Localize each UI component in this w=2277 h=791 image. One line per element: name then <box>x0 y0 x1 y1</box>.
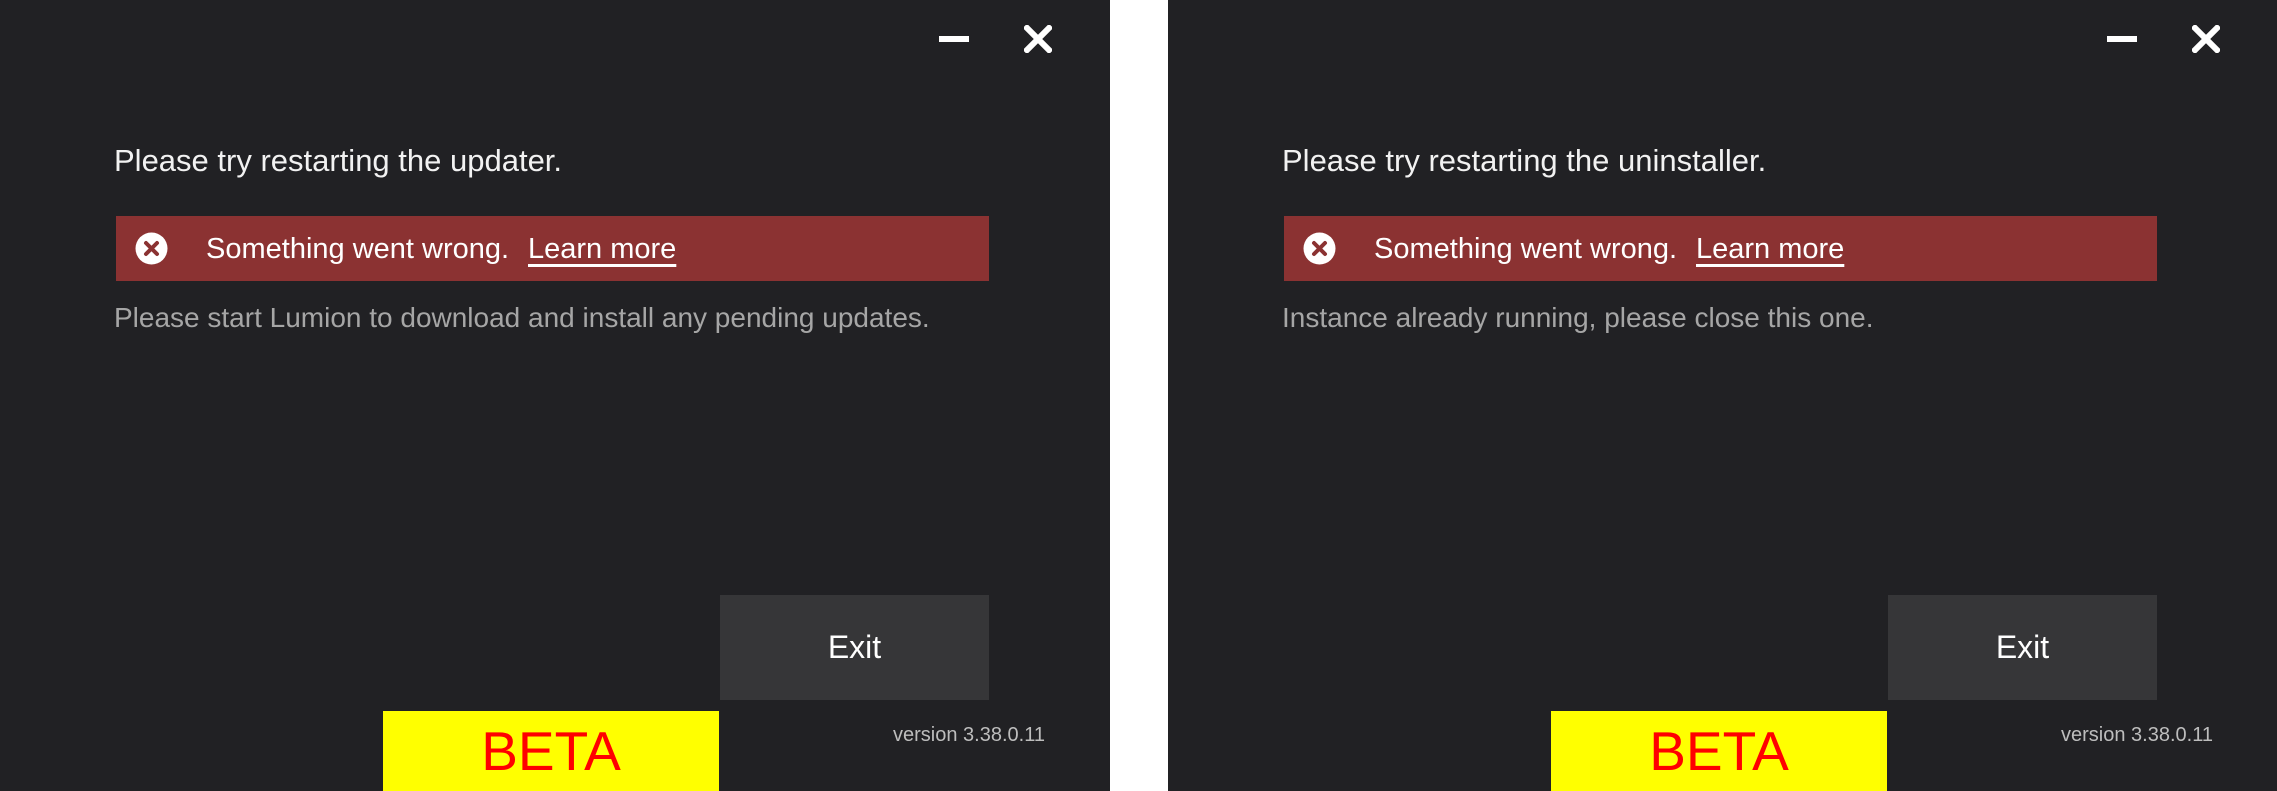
error-detail: Please start Lumion to download and inst… <box>114 302 930 333</box>
error-circle-x-icon <box>135 232 168 265</box>
beta-badge: BETA <box>383 711 719 791</box>
exit-button[interactable]: Exit <box>1888 595 2157 700</box>
error-detail: Instance already running, please close t… <box>1282 302 1874 333</box>
updater-error-window: Please try restarting the updater. Somet… <box>0 0 1110 791</box>
close-icon <box>2192 25 2220 53</box>
close-button[interactable] <box>2186 20 2226 58</box>
exit-button[interactable]: Exit <box>720 595 989 700</box>
minimize-button[interactable] <box>2102 20 2142 58</box>
screenshot-stage: Please try restarting the updater. Somet… <box>0 0 2277 791</box>
error-banner: Something went wrong. Learn more <box>116 216 989 281</box>
uninstaller-error-window: Please try restarting the uninstaller. S… <box>1168 0 2277 791</box>
minimize-icon <box>2107 36 2137 42</box>
minimize-button[interactable] <box>934 20 974 58</box>
error-banner: Something went wrong. Learn more <box>1284 216 2157 281</box>
learn-more-link[interactable]: Learn more <box>528 233 676 266</box>
version-label: version 3.38.0.11 <box>893 724 1045 746</box>
version-label: version 3.38.0.11 <box>2061 724 2213 746</box>
learn-more-link[interactable]: Learn more <box>1696 233 1844 266</box>
minimize-icon <box>939 36 969 42</box>
beta-badge: BETA <box>1551 711 1887 791</box>
error-circle-x-icon <box>1303 232 1336 265</box>
close-button[interactable] <box>1018 20 1058 58</box>
dialog-headline: Please try restarting the uninstaller. <box>1282 143 1767 178</box>
dialog-headline: Please try restarting the updater. <box>114 143 563 178</box>
error-message: Something went wrong. <box>206 233 510 265</box>
error-message: Something went wrong. <box>1374 233 1678 265</box>
close-icon <box>1024 25 1052 53</box>
